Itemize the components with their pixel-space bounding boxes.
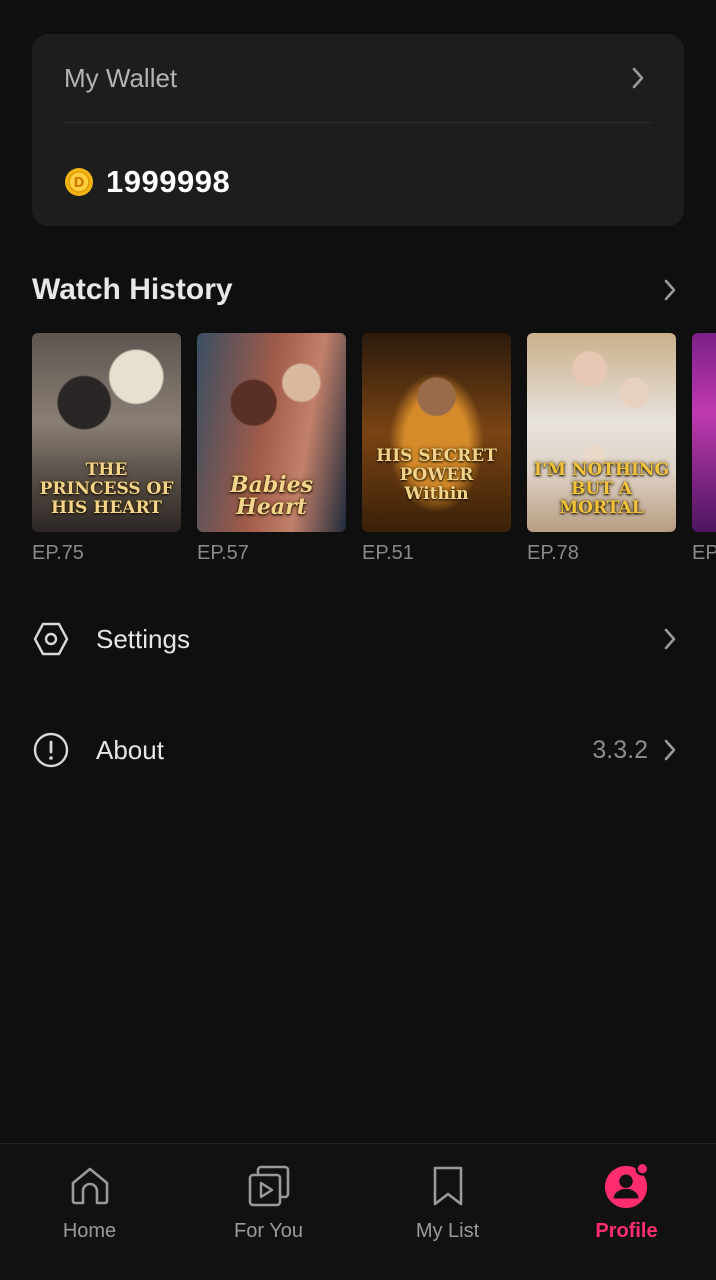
tab-label: Home xyxy=(62,1220,117,1242)
wallet-balance: D 1999998 xyxy=(64,154,230,210)
tab-label: For You xyxy=(234,1220,303,1242)
poster-title: THE PRINCESS OF HIS HEART xyxy=(39,460,174,518)
balance-value: 1999998 xyxy=(106,164,231,199)
settings-hexagon-icon xyxy=(32,620,70,658)
coin-icon: D xyxy=(65,168,93,196)
history-card[interactable]: THE PRINCESS OF HIS HEART EP.75 xyxy=(32,333,181,573)
about-row[interactable]: About 3.3.2 xyxy=(32,718,684,782)
poster-title: Babies Heart xyxy=(230,472,313,520)
wallet-title: My Wallet xyxy=(64,62,178,93)
wallet-header[interactable]: My Wallet xyxy=(64,34,652,123)
tab-my-list[interactable]: My List xyxy=(358,1144,537,1280)
history-card[interactable]: Babies Heart EP.57 xyxy=(197,333,346,573)
watch-history-list[interactable]: THE PRINCESS OF HIS HEART EP.75 Babies H… xyxy=(32,333,716,573)
poster-image[interactable]: Babies Heart xyxy=(197,333,346,532)
watch-history-title: Watch History xyxy=(32,273,233,306)
tab-profile[interactable]: Profile xyxy=(537,1144,716,1280)
bookmark-icon xyxy=(424,1162,472,1210)
wallet-card[interactable]: My Wallet D 1999998 xyxy=(32,34,684,226)
svg-text:D: D xyxy=(74,176,85,191)
settings-label: Settings xyxy=(96,623,190,654)
poster-image[interactable] xyxy=(692,333,716,532)
history-card[interactable]: I'M NOTHING BUT A MORTAL EP.78 xyxy=(527,333,676,573)
home-icon xyxy=(66,1162,114,1210)
app-version: 3.3.2 xyxy=(592,735,648,764)
episode-label: EP xyxy=(692,542,716,564)
chevron-right-icon[interactable] xyxy=(656,625,684,653)
tab-label: My List xyxy=(415,1220,480,1242)
chevron-right-icon[interactable] xyxy=(624,64,652,92)
episode-label: EP.75 xyxy=(32,542,84,564)
episode-label: EP.51 xyxy=(362,542,414,564)
poster-image[interactable]: THE PRINCESS OF HIS HEART xyxy=(32,333,181,532)
poster-title: HIS SECRET POWER Within xyxy=(376,446,497,504)
watch-history-header[interactable]: Watch History xyxy=(32,266,684,314)
chevron-right-icon[interactable] xyxy=(656,736,684,764)
settings-row[interactable]: Settings xyxy=(32,607,684,671)
tab-home[interactable]: Home xyxy=(0,1144,179,1280)
tab-for-you[interactable]: For You xyxy=(179,1144,358,1280)
info-circle-icon xyxy=(32,731,70,769)
poster-image[interactable]: HIS SECRET POWER Within xyxy=(362,333,511,532)
profile-icon xyxy=(603,1161,651,1210)
about-label: About xyxy=(96,734,164,765)
tab-label: Profile xyxy=(595,1220,658,1242)
play-stack-icon xyxy=(245,1162,293,1210)
history-card[interactable]: EP xyxy=(692,333,716,573)
episode-label: EP.57 xyxy=(197,542,249,564)
poster-title: I'M NOTHING BUT A MORTAL xyxy=(534,460,669,518)
episode-label: EP.78 xyxy=(527,542,579,564)
chevron-right-icon[interactable] xyxy=(656,276,684,304)
poster-image[interactable]: I'M NOTHING BUT A MORTAL xyxy=(527,333,676,532)
history-card[interactable]: HIS SECRET POWER Within EP.51 xyxy=(362,333,511,573)
bottom-tab-bar: Home For You My List Profile xyxy=(0,1143,716,1280)
